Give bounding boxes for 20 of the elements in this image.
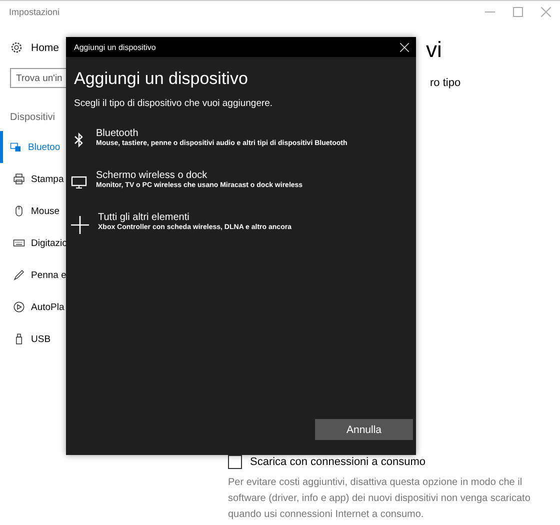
sidebar-label: USB (31, 334, 51, 344)
option-title: Schermo wireless o dock (96, 170, 208, 181)
section-label: Dispositivi (10, 112, 56, 123)
intro-text: ro tipo (430, 77, 461, 89)
dialog-title: Aggiungi un dispositivo (74, 42, 156, 52)
sidebar-label: AutoPla (31, 302, 64, 312)
checkbox-label: Scarica con connessioni a consumo (250, 456, 426, 468)
sidebar-label: Bluetoo (28, 142, 60, 152)
page-heading: vi (426, 37, 442, 63)
sidebar-label: Stampa (31, 174, 64, 184)
dialog-subtitle: Scegli il tipo di dispositivo che vuoi aggiungere. (74, 98, 273, 109)
option-title: Bluetooth (96, 128, 138, 139)
home-label: Home (31, 42, 60, 54)
sidebar-label: Penna e (31, 270, 66, 280)
option-title: Tutti gli altri elementi (98, 212, 190, 223)
sidebar-label: Digitazio (31, 238, 68, 248)
dialog-heading: Aggiungi un dispositivo (74, 69, 248, 89)
description-text: Per evitare costi aggiuntivi, disattiva questa opzione in modo che il software (driver, info e app) dei nuovi dispositivi non venga scaricato quando usi connessioni Internet a consumo. (228, 476, 532, 522)
sidebar-label: Mouse (31, 206, 60, 216)
window-title: Impostazioni (9, 7, 60, 17)
